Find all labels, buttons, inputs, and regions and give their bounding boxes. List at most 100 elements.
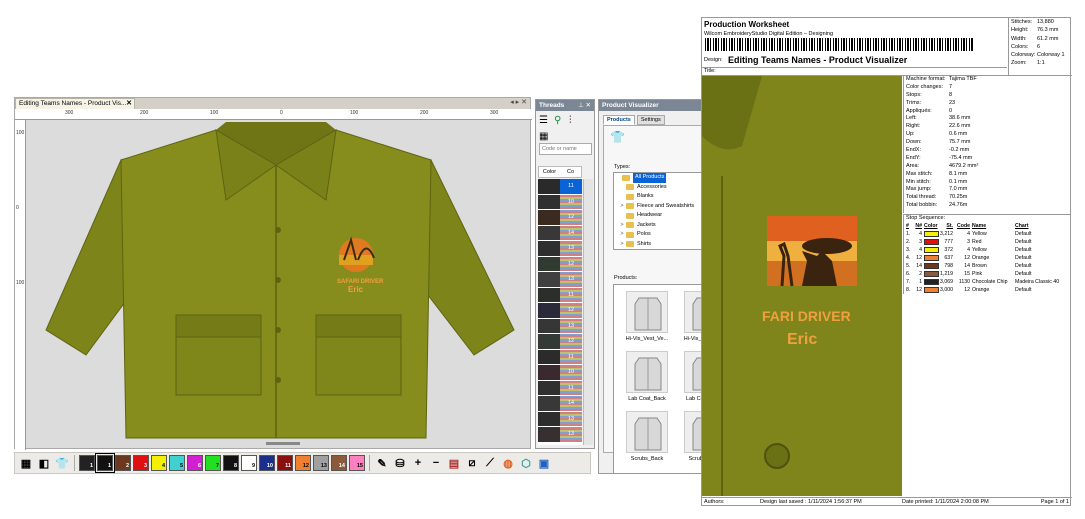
stop-st: 3,069 — [940, 279, 953, 285]
thread-code-cell: 11 — [560, 349, 582, 364]
color-swatch[interactable]: 1 — [79, 455, 95, 471]
stop-code: 4 — [967, 247, 970, 253]
spools-icon[interactable]: ⫶ — [569, 115, 581, 127]
stop-n: 2. — [906, 239, 911, 245]
color-swatch[interactable]: 1 — [95, 453, 115, 473]
fill-icon[interactable]: ◧ — [36, 455, 52, 471]
product-item[interactable]: Scrubs_Back — [618, 411, 676, 462]
stat-value: 75.7 mm — [949, 139, 971, 146]
thread-row[interactable]: 13 — [538, 272, 582, 288]
color-swatch[interactable]: 13 — [313, 455, 329, 471]
color-swatch[interactable]: 2 — [115, 455, 131, 471]
thread-row[interactable]: 12 — [538, 256, 582, 272]
threads-scrollbar[interactable] — [583, 179, 593, 445]
document-tab[interactable]: Editing Teams Names - Product Vis... ✕ — [15, 98, 135, 109]
grid-view-icon[interactable]: ▦ — [539, 131, 548, 142]
stop-name: Pink — [972, 271, 983, 277]
thread-row[interactable]: 12 — [538, 210, 582, 226]
threads-list[interactable]: 11 10 12 14 13 12 13 11 12 13 12 11 10 11 14 13 13 — [538, 179, 582, 445]
stat-value: 22.6 mm — [949, 123, 971, 130]
ruler-tick: 100 — [350, 110, 359, 116]
footer-printed: Date printed: 1/11/2024 2:00:08 PM — [902, 499, 989, 505]
thread-row[interactable]: 12 — [538, 303, 582, 319]
ruler-icon[interactable]: ⧄ — [464, 455, 480, 471]
thread-row[interactable]: 13 — [538, 241, 582, 257]
expand-icon[interactable]: > — [618, 240, 626, 250]
stat-value: Tajima TBF — [949, 76, 977, 82]
edit-icon[interactable]: ⟋ — [482, 455, 498, 471]
stop-name: Brown — [972, 263, 987, 269]
color-swatch[interactable]: 10 — [259, 455, 275, 471]
color-swatch[interactable]: 9 — [241, 455, 257, 471]
shirt-icon[interactable]: 👕 — [54, 455, 70, 471]
stop-n: 4. — [906, 255, 911, 261]
thread-row[interactable]: 12 — [538, 334, 582, 350]
color-swatch[interactable]: 4 — [151, 455, 167, 471]
product-item[interactable]: Hi-Vis_Vest_Ve... — [618, 291, 676, 342]
grid-icon[interactable]: ▤ — [446, 455, 462, 471]
shirt-icon[interactable]: 👕 — [610, 130, 625, 144]
ruler-tick: 200 — [420, 110, 429, 116]
thread-row[interactable]: 11 — [538, 380, 582, 396]
thread-code-cell: 13 — [560, 318, 582, 333]
thread-row[interactable]: 10 — [538, 194, 582, 210]
expand-icon[interactable]: > — [618, 221, 626, 231]
spool-icon[interactable]: ⚲ — [554, 115, 566, 127]
color-swatch[interactable]: 12 — [295, 455, 311, 471]
thread-row[interactable]: 11 — [538, 179, 582, 195]
thread-code-input[interactable] — [539, 143, 592, 155]
zoom-out-icon[interactable]: − — [428, 455, 444, 471]
stop-chart: Default — [1015, 231, 1032, 237]
zoom-in-icon[interactable]: + — [410, 455, 426, 471]
col-code: Code — [957, 223, 970, 229]
worksheet-title: Production Worksheet — [704, 20, 790, 29]
stat-value: 24.76m — [949, 202, 968, 209]
list-view-icon[interactable]: ☰ — [539, 115, 551, 127]
stat-value: 7 — [949, 83, 953, 90]
color-swatch[interactable]: 14 — [331, 455, 347, 471]
color-swatch[interactable]: 5 — [169, 455, 185, 471]
thread-row[interactable]: 13 — [538, 411, 582, 427]
color-swatch[interactable]: 3 — [133, 455, 149, 471]
stat-value: -75.4 mm — [949, 154, 973, 161]
tab-products[interactable]: Products — [603, 115, 635, 125]
color-swatch[interactable]: 6 — [187, 455, 203, 471]
palette-icon[interactable]: ▦ — [18, 455, 34, 471]
color-wheel-icon[interactable]: ◍ — [500, 455, 516, 471]
thread-row[interactable]: 14 — [538, 396, 582, 412]
close-tab-icon[interactable]: ✕ — [126, 99, 132, 109]
thread-row[interactable]: 13 — [538, 427, 582, 443]
expand-icon[interactable]: > — [618, 202, 626, 212]
stat-row: Colorway: Colorway 1 — [1009, 51, 1072, 59]
eyedropper-icon[interactable]: ✎ — [374, 455, 390, 471]
thread-row[interactable]: 10 — [538, 365, 582, 381]
thread-row[interactable]: 11 — [538, 349, 582, 365]
frame-icon[interactable]: ▣ — [536, 455, 552, 471]
tab-nav-arrows[interactable]: ◂ ▸ ✕ — [510, 98, 527, 106]
stat-key: Area: — [906, 162, 920, 169]
color-swatch[interactable]: 7 — [205, 455, 221, 471]
color-swatch[interactable]: 8 — [223, 455, 239, 471]
color-swatch[interactable]: 15 — [349, 455, 365, 471]
stat-value: 0.6 mm — [949, 131, 968, 138]
folder-icon — [626, 231, 634, 238]
thread-color-cell — [538, 334, 560, 349]
thread-row[interactable]: 14 — [538, 225, 582, 241]
title-label: Title: — [704, 68, 716, 74]
color-swatch[interactable]: 11 — [277, 455, 293, 471]
ruler-tick: 300 — [490, 110, 499, 116]
expand-icon[interactable]: > — [618, 230, 626, 240]
thread-row[interactable]: 13 — [538, 318, 582, 334]
stop-color-swatch — [924, 247, 939, 253]
design-canvas[interactable]: SAFARI DRIVER Eric — [26, 120, 530, 448]
bucket-icon[interactable]: ⛁ — [392, 455, 408, 471]
pin-icon[interactable]: ⊥ ✕ — [578, 100, 591, 111]
cube-icon[interactable]: ⬡ — [518, 455, 534, 471]
tab-settings[interactable]: Settings — [636, 115, 665, 125]
stop-name: Red — [972, 239, 982, 245]
stop-chart: Default — [1015, 239, 1032, 245]
product-item[interactable]: Lab Coat_Back — [618, 351, 676, 402]
stop-n: 8. — [906, 287, 911, 293]
stop-st: 3,212 — [940, 231, 953, 237]
thread-row[interactable]: 11 — [538, 287, 582, 303]
